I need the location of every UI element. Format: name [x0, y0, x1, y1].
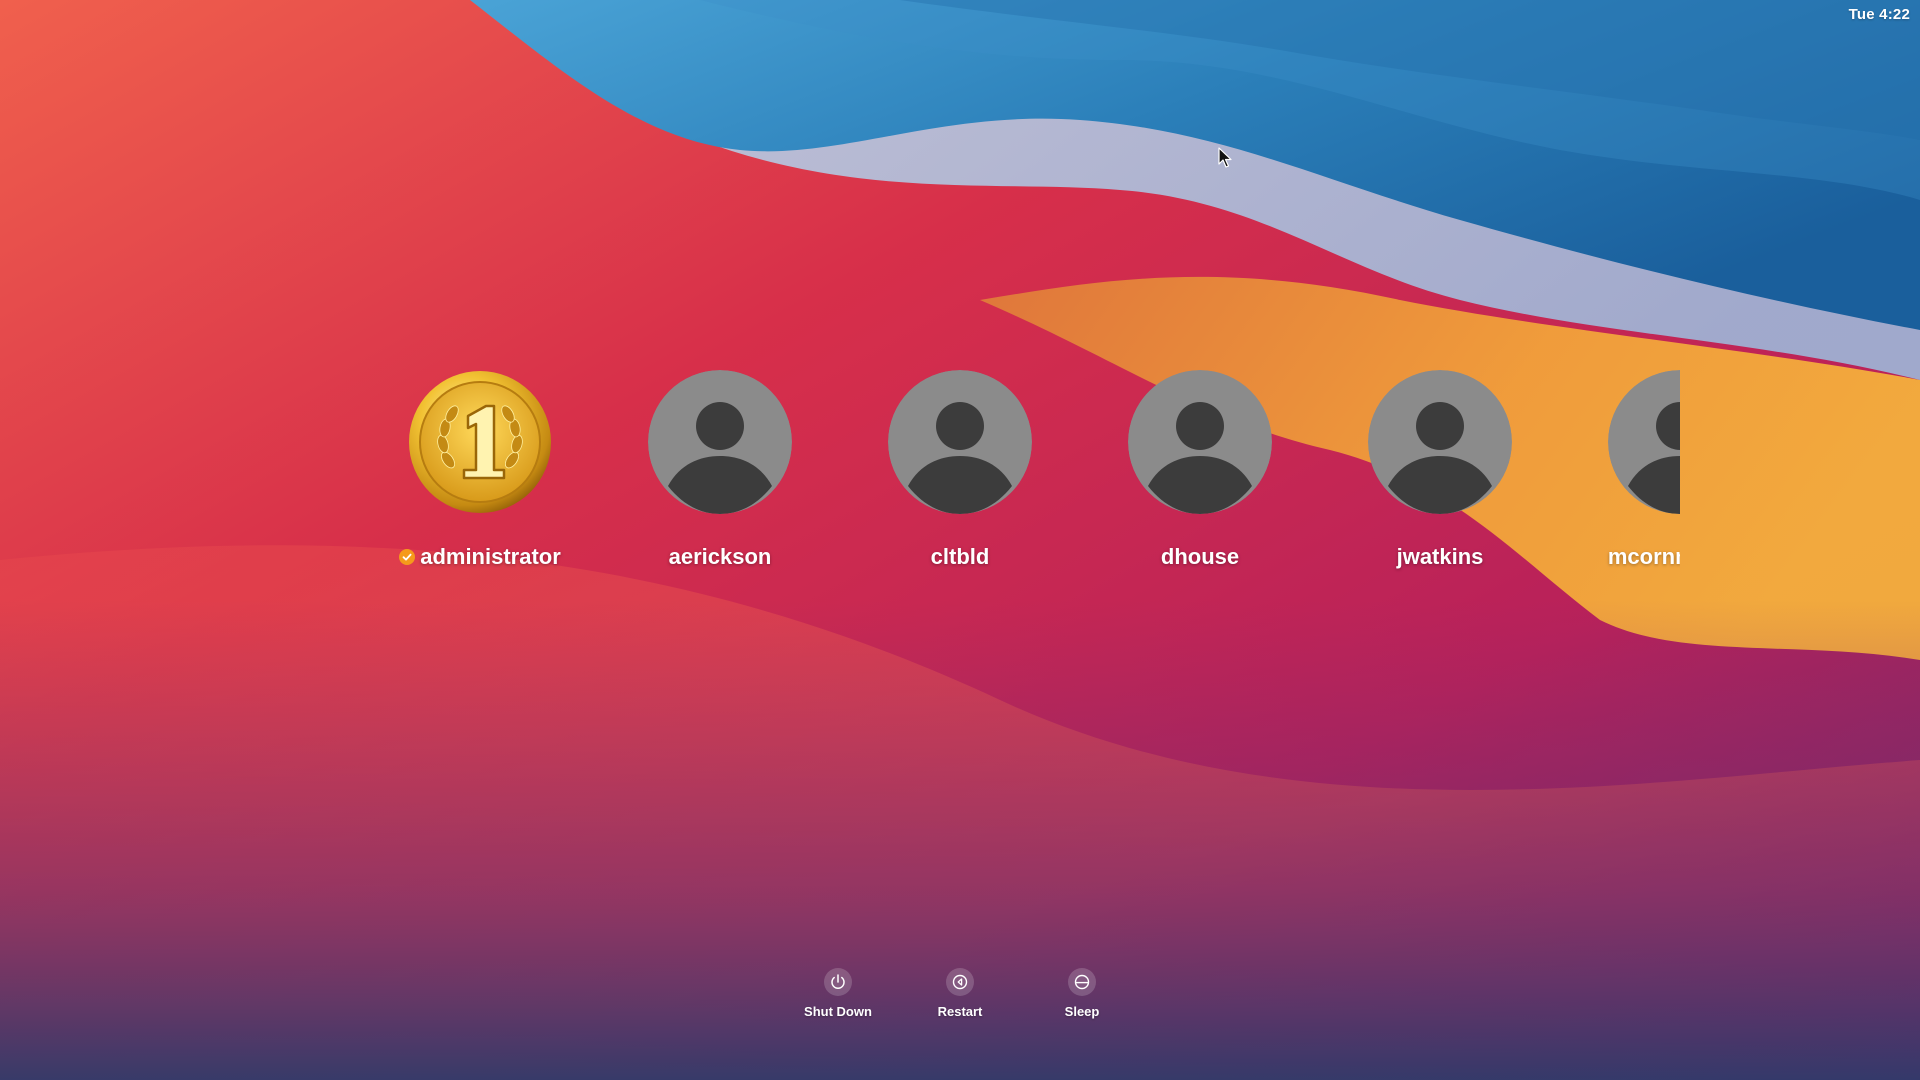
user-name-text: jwatkins — [1396, 544, 1484, 569]
user-name-label: jwatkins — [1397, 544, 1484, 570]
sleep-icon — [1068, 968, 1096, 996]
user-name-text: administrator — [420, 544, 561, 569]
gold-medal-avatar-icon — [408, 370, 552, 514]
sleep-button[interactable]: Sleep — [1032, 968, 1132, 1019]
user-jwatkins[interactable]: jwatkins — [1320, 370, 1560, 570]
user-silhouette-icon — [888, 370, 1032, 514]
shut-down-label: Shut Down — [804, 1004, 872, 1019]
user-silhouette-icon — [1368, 370, 1512, 514]
user-silhouette-icon — [1128, 370, 1272, 514]
restart-icon — [946, 968, 974, 996]
user-cltbld[interactable]: cltbld — [840, 370, 1080, 570]
user-name-label: aerickson — [669, 544, 772, 570]
power-options: Shut Down Restart Sleep — [0, 968, 1920, 1028]
user-list: administrator aerickson cltbld dhouse jw… — [360, 370, 1680, 590]
user-silhouette-icon — [1608, 370, 1680, 514]
mouse-pointer-icon — [1218, 147, 1232, 168]
user-silhouette-icon — [648, 370, 792, 514]
user-mcornmesser[interactable]: mcornmesser — [1560, 370, 1680, 570]
user-name-text: dhouse — [1160, 544, 1240, 569]
menu-bar-clock: Tue 4:22 — [1848, 6, 1910, 23]
user-name-label: mcornmesser — [1608, 544, 1680, 570]
user-name-label: cltbld — [931, 544, 990, 570]
user-administrator[interactable]: administrator — [360, 370, 600, 570]
restart-label: Restart — [937, 1004, 983, 1019]
user-dhouse[interactable]: dhouse — [1080, 370, 1320, 570]
power-icon — [824, 968, 852, 996]
restart-button[interactable]: Restart — [910, 968, 1010, 1019]
user-name-label: administrator — [399, 544, 561, 570]
shut-down-button[interactable]: Shut Down — [788, 968, 888, 1019]
user-name-label: dhouse — [1161, 544, 1239, 570]
sleep-label: Sleep — [1064, 1004, 1100, 1019]
user-row: administrator aerickson cltbld dhouse jw… — [360, 370, 1680, 570]
user-name-text: mcornmesser — [1607, 544, 1680, 569]
login-screen: Tue 4:22 administrator aerickson cltbld … — [0, 0, 1920, 1080]
user-aerickson[interactable]: aerickson — [600, 370, 840, 570]
user-name-text: aerickson — [668, 544, 772, 569]
user-name-text: cltbld — [930, 544, 990, 569]
checkmark-badge-icon — [399, 549, 416, 565]
